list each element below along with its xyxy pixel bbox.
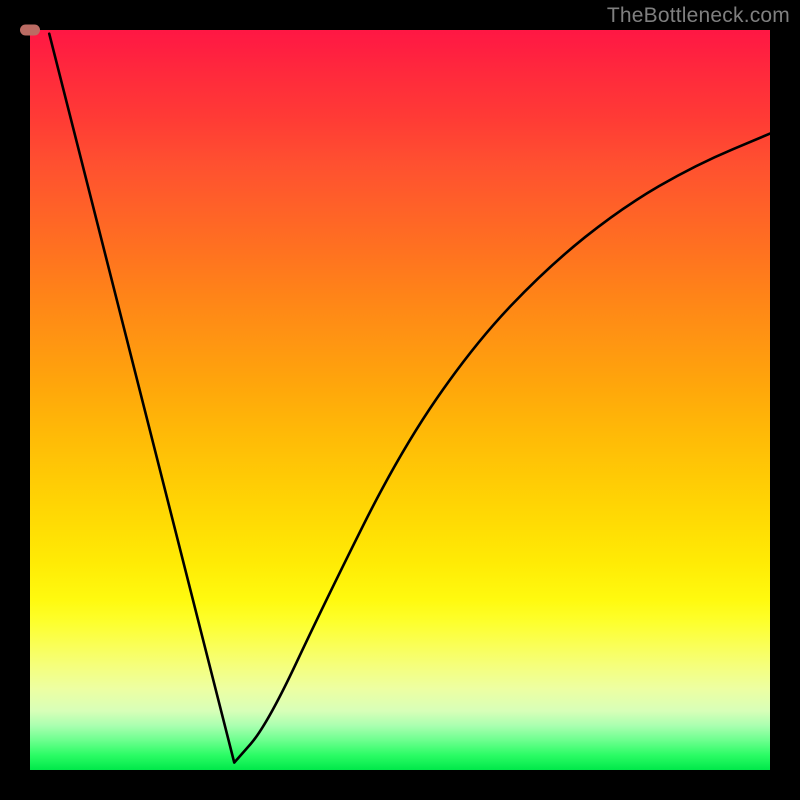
plot-area: (function(){ const data = JSON.parse(doc… [30, 30, 770, 770]
chart-frame: TheBottleneck.com (function(){ const dat… [0, 0, 800, 800]
watermark-text: TheBottleneck.com [607, 4, 790, 28]
bottleneck-curve-path [49, 34, 770, 763]
cusp-marker [20, 25, 40, 36]
curve-svg [30, 30, 770, 770]
